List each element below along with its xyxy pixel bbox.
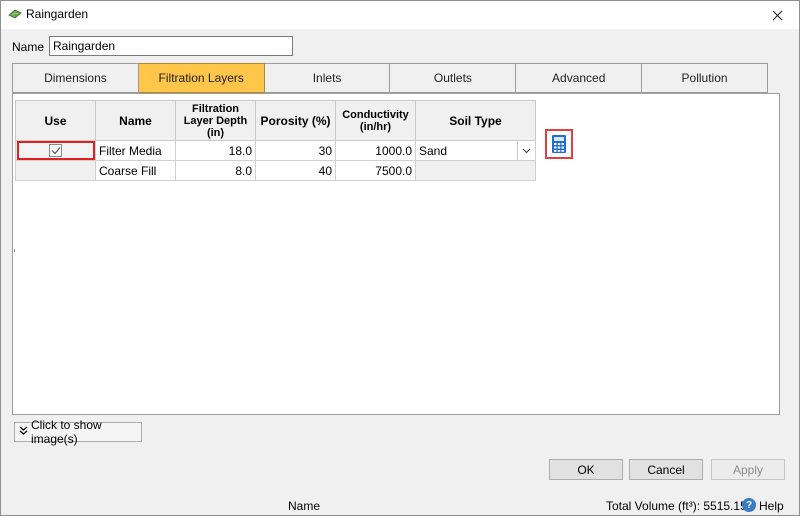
dialog-window: Raingarden Name Dimensions Filtration La… bbox=[0, 0, 800, 516]
window-title: Raingarden bbox=[26, 7, 89, 21]
calculator-icon bbox=[552, 135, 566, 153]
soil-type-dropdown-button[interactable] bbox=[517, 141, 535, 160]
help-icon[interactable]: ? bbox=[742, 498, 756, 512]
table-row: Coarse Fill 8.0 40 7500.0 bbox=[15, 160, 536, 181]
header-name[interactable]: Name bbox=[95, 100, 176, 141]
raingarden-app-icon bbox=[8, 9, 22, 19]
header-depth[interactable]: Filtration Layer Depth (in) bbox=[175, 100, 256, 141]
conductivity-cell[interactable]: 1000.0 bbox=[335, 140, 416, 161]
help-link[interactable]: Help bbox=[759, 499, 784, 513]
use-cell bbox=[15, 140, 96, 161]
layer-name-cell[interactable]: Filter Media bbox=[95, 140, 176, 161]
soil-calculator-button[interactable] bbox=[545, 129, 573, 159]
depth-cell[interactable]: 8.0 bbox=[175, 160, 256, 181]
title-bar: Raingarden bbox=[1, 1, 799, 29]
porosity-cell[interactable]: 40 bbox=[255, 160, 336, 181]
grid-header-row: Use Name Filtration Layer Depth (in) Por… bbox=[15, 100, 536, 141]
apply-button[interactable]: Apply bbox=[711, 459, 785, 480]
porosity-cell[interactable]: 30 bbox=[255, 140, 336, 161]
header-soil-type[interactable]: Soil Type bbox=[415, 100, 536, 141]
show-images-button[interactable]: Click to show image(s) bbox=[14, 418, 142, 446]
name-input[interactable] bbox=[49, 36, 293, 56]
chevron-down-icon bbox=[522, 148, 531, 153]
close-icon bbox=[772, 10, 782, 20]
use-cell-empty bbox=[15, 160, 96, 181]
close-button[interactable] bbox=[755, 1, 799, 29]
tab-advanced[interactable]: Advanced bbox=[516, 63, 643, 93]
header-use[interactable]: Use bbox=[15, 100, 96, 141]
table-row: Filter Media 18.0 30 1000.0 Sand bbox=[15, 140, 536, 161]
tab-inlets[interactable]: Inlets bbox=[264, 63, 391, 93]
double-chevron-down-icon bbox=[19, 426, 28, 438]
tab-bar: Dimensions Filtration Layers Inlets Outl… bbox=[12, 63, 768, 93]
status-name-label: Name bbox=[288, 499, 321, 513]
soil-type-cell-empty bbox=[415, 160, 536, 181]
use-checkbox[interactable] bbox=[49, 144, 62, 157]
checkmark-icon bbox=[51, 147, 60, 155]
name-label: Name bbox=[12, 40, 45, 54]
layer-name-cell[interactable]: Coarse Fill bbox=[95, 160, 176, 181]
conductivity-cell[interactable]: 7500.0 bbox=[335, 160, 416, 181]
depth-cell[interactable]: 18.0 bbox=[175, 140, 256, 161]
tab-pollution[interactable]: Pollution bbox=[642, 63, 768, 93]
total-volume-readout: Total Volume (ft³): 5515.158 bbox=[606, 499, 754, 513]
filtration-layers-panel: Use Name Filtration Layer Depth (in) Por… bbox=[12, 93, 780, 415]
tab-outlets[interactable]: Outlets bbox=[390, 63, 517, 93]
ok-button[interactable]: OK bbox=[549, 459, 623, 480]
header-porosity[interactable]: Porosity (%) bbox=[255, 100, 336, 141]
tab-filtration-layers[interactable]: Filtration Layers bbox=[138, 63, 265, 93]
use-checkbox-highlight bbox=[16, 141, 95, 160]
tab-dimensions[interactable]: Dimensions bbox=[12, 63, 139, 93]
panel-mark bbox=[14, 249, 15, 252]
soil-type-value: Sand bbox=[419, 144, 448, 158]
header-conductivity[interactable]: Conductivity (in/hr) bbox=[335, 100, 416, 141]
cancel-button[interactable]: Cancel bbox=[629, 459, 703, 480]
status-bar: Name Total Volume (ft³): 5515.158 ? Help bbox=[1, 495, 799, 515]
filtration-layers-grid: Use Name Filtration Layer Depth (in) Por… bbox=[15, 100, 536, 181]
soil-type-select[interactable]: Sand bbox=[415, 140, 536, 161]
show-images-label: Click to show image(s) bbox=[31, 418, 102, 446]
